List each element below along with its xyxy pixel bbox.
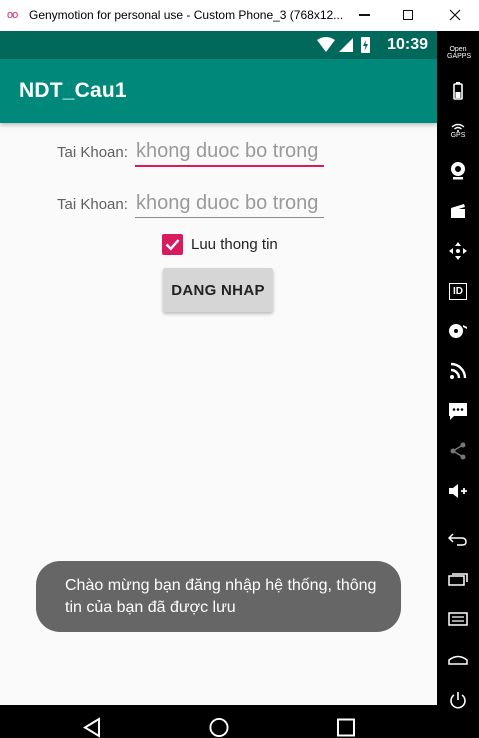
opengapps-button[interactable]: Open GAPPS (437, 38, 479, 68)
maximize-button[interactable] (394, 3, 422, 27)
window-title: Genymotion for personal use - Custom Pho… (29, 8, 344, 22)
network-button[interactable] (437, 356, 479, 386)
password-label: Tai Khoan: (57, 196, 128, 213)
home-outline-icon (448, 655, 468, 665)
gps-button[interactable]: GPS (437, 116, 479, 146)
opengapps-label: Open GAPPS (447, 46, 472, 60)
password-underline (135, 217, 324, 218)
status-icons (317, 37, 370, 53)
genymotion-logo-icon: oo (7, 9, 18, 21)
sidebar-menu-button[interactable] (437, 604, 479, 634)
signal-icon (339, 38, 353, 52)
username-input[interactable] (135, 134, 324, 168)
username-underline (135, 165, 324, 167)
remember-label: Luu thong tin (191, 235, 278, 253)
maximize-icon (403, 10, 413, 20)
home-icon[interactable] (208, 717, 230, 738)
power-icon (450, 692, 466, 709)
password-row: Tai Khoan: (0, 186, 437, 226)
remember-checkbox-row[interactable]: Luu thong tin (162, 233, 278, 255)
share-icon (450, 442, 466, 460)
username-label: Tai Khoan: (57, 144, 128, 161)
sms-button[interactable] (437, 396, 479, 426)
minimize-icon (358, 14, 370, 16)
close-icon (449, 9, 461, 21)
move-arrows-icon (449, 242, 467, 260)
minimize-button[interactable] (350, 3, 378, 27)
android-screen: 10:39 NDT_Cau1 Tai Khoan: Tai Khoan: Luu… (0, 31, 437, 738)
sidebar-recents-button[interactable] (437, 564, 479, 594)
login-button[interactable]: DANG NHAP (163, 268, 273, 312)
webcam-icon (451, 162, 465, 180)
sidebar-home-button[interactable] (437, 644, 479, 674)
share-button[interactable] (437, 436, 479, 466)
back-arrow-icon (448, 533, 467, 546)
back-icon[interactable] (82, 717, 102, 738)
window-titlebar: oo Genymotion for personal use - Custom … (0, 0, 479, 31)
id-label: ID (453, 285, 463, 297)
gps-wifi-icon (451, 123, 465, 132)
app-bar: NDT_Cau1 (0, 59, 437, 123)
gps-label: GPS (450, 132, 466, 139)
id-icon: ID (449, 282, 467, 300)
android-nav-bar (0, 705, 437, 738)
message-icon (449, 402, 467, 420)
power-button[interactable] (437, 685, 479, 715)
toast-message: Chào mừng bạn đăng nhập hệ thống, thông … (36, 561, 401, 632)
password-input[interactable] (135, 186, 324, 220)
wifi-icon (317, 37, 335, 52)
disk-icon (449, 324, 467, 338)
rss-icon (450, 362, 467, 379)
app-title: NDT_Cau1 (19, 79, 127, 102)
close-button[interactable] (441, 3, 469, 27)
volume-up-button[interactable] (437, 476, 479, 506)
battery-icon (453, 82, 463, 100)
status-bar: 10:39 (0, 31, 437, 59)
status-clock: 10:39 (387, 36, 428, 53)
disk-io-button[interactable] (437, 316, 479, 346)
genymotion-sidebar: Open GAPPS GPS ID (437, 31, 479, 738)
recent-apps-icon (448, 573, 468, 586)
recents-icon[interactable] (336, 717, 356, 738)
screencast-button[interactable] (437, 196, 479, 226)
device-id-button[interactable]: ID (437, 276, 479, 306)
camera-button[interactable] (437, 156, 479, 186)
clapperboard-icon (451, 204, 465, 218)
check-icon (165, 238, 180, 251)
menu-icon (448, 612, 468, 626)
username-row: Tai Khoan: (0, 134, 437, 174)
battery-button[interactable] (437, 76, 479, 106)
sidebar-back-button[interactable] (437, 524, 479, 554)
remember-checkbox[interactable] (162, 233, 183, 255)
dpad-button[interactable] (437, 236, 479, 266)
volume-up-icon (449, 484, 467, 498)
